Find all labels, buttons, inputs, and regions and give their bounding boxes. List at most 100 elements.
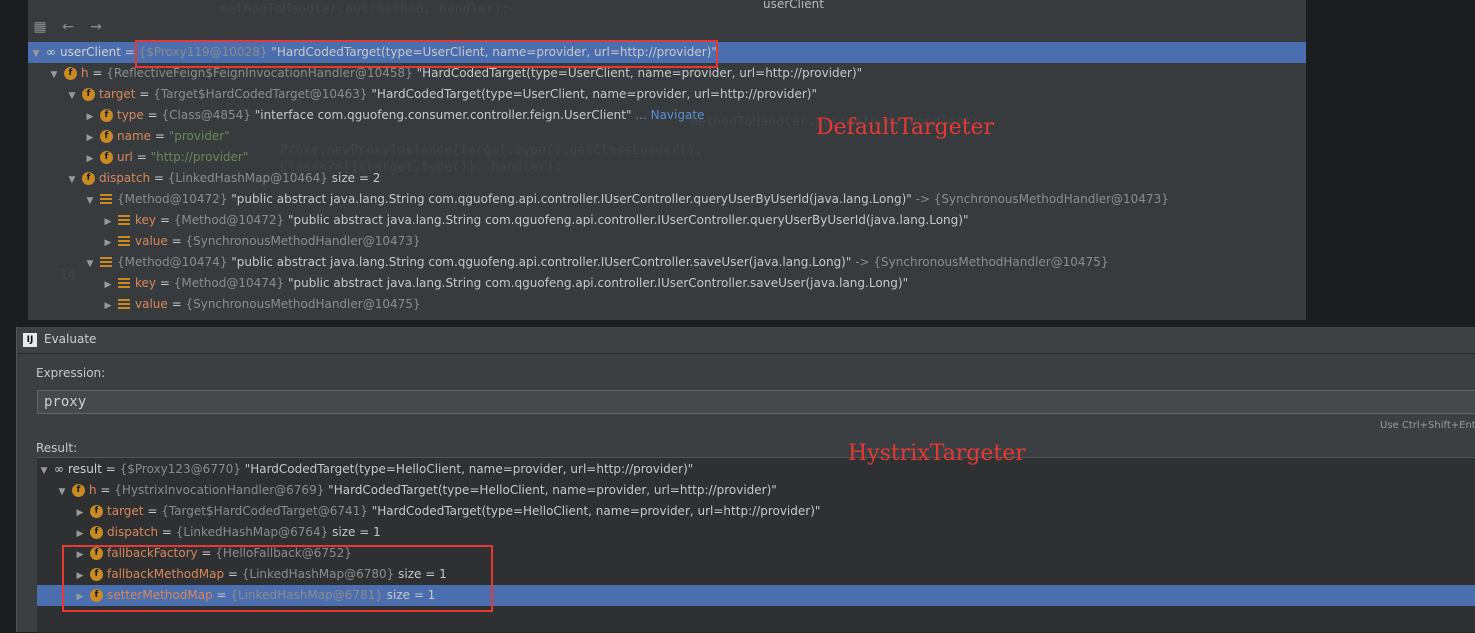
tree-row[interactable]: ▶ f type = {Class@4854} "interface com.qgu…: [28, 105, 1306, 126]
map-entry-icon: [118, 278, 130, 289]
collapsed-arrow-icon[interactable]: ▶: [74, 524, 86, 545]
variable-name: h: [89, 483, 97, 497]
field-icon: f: [100, 151, 113, 164]
variables-toolbar: ▦ ← →: [32, 16, 104, 38]
watch-glasses-icon: ∞: [46, 45, 56, 59]
variable-name: dispatch: [99, 171, 151, 185]
evaluate-shortcut-hint: Use Ctrl+Shift+Ent: [1380, 420, 1475, 431]
variable-name: target: [99, 87, 136, 101]
object-reference: {Method@10474}: [117, 255, 228, 269]
expression-label: Expression:: [36, 366, 106, 380]
expression-input[interactable]: proxy: [37, 390, 1475, 414]
field-icon: f: [82, 172, 95, 185]
collapsed-arrow-icon[interactable]: ▶: [102, 212, 114, 233]
variable-name: target: [107, 504, 144, 518]
map-entry-icon: [118, 215, 130, 226]
variable-name: name: [117, 129, 152, 143]
watch-glasses-icon: ∞: [54, 462, 64, 476]
tree-row[interactable]: ▼ ∞ result = {$Proxy123@6770} "HardCodedTa…: [37, 459, 1475, 480]
variable-value: "HardCodedTarget(type=UserClient, name=p…: [371, 87, 817, 101]
field-icon: f: [100, 130, 113, 143]
variable-value: "HardCodedTarget(type=HelloClient, name=…: [328, 483, 777, 497]
object-reference: {Class@4854}: [161, 108, 251, 122]
tree-row[interactable]: ▶ f dispatch = {LinkedHashMap@6764} size =…: [37, 522, 1475, 543]
object-reference: {Target$HardCodedTarget@10463}: [153, 87, 368, 101]
equals-sign: =: [156, 213, 174, 227]
tree-row[interactable]: ▶ f target = {Target$HardCodedTarget@6741}…: [37, 501, 1475, 522]
field-icon: f: [90, 505, 103, 518]
collapsed-arrow-icon[interactable]: ▶: [84, 107, 96, 128]
expanded-arrow-icon[interactable]: ▼: [56, 482, 68, 503]
variable-name: userClient: [60, 45, 121, 59]
collapsed-arrow-icon[interactable]: ▶: [102, 296, 114, 317]
map-entry-icon: [118, 299, 130, 310]
variable-value: "public abstract java.lang.String com.qg…: [287, 213, 969, 227]
collapsed-arrow-icon[interactable]: ▶: [84, 128, 96, 149]
tree-row[interactable]: ▼ f target = {Target$HardCodedTarget@10463…: [28, 84, 1306, 105]
equals-sign: =: [135, 87, 154, 101]
object-reference: {LinkedHashMap@6764}: [175, 525, 329, 539]
collapsed-arrow-icon[interactable]: ▶: [84, 149, 96, 170]
tree-row[interactable]: ▶ value = {SynchronousMethodHandler@10475…: [28, 294, 1306, 315]
tree-row[interactable]: ▼ f dispatch = {LinkedHashMap@10464} size …: [28, 168, 1306, 189]
string-value: "http://provider": [150, 150, 249, 164]
expanded-arrow-icon[interactable]: ▼: [38, 461, 50, 482]
expanded-arrow-icon[interactable]: ▼: [30, 44, 42, 65]
collapsed-arrow-icon[interactable]: ▶: [102, 233, 114, 254]
forward-arrow-icon[interactable]: →: [88, 19, 104, 35]
equals-sign: =: [88, 66, 107, 80]
tree-row[interactable]: ▶ value = {SynchronousMethodHandler@10473…: [28, 231, 1306, 252]
equals-sign: =: [151, 129, 169, 143]
expanded-arrow-icon[interactable]: ▼: [84, 254, 96, 275]
variable-value: "HardCodedTarget(type=HelloClient, name=…: [371, 504, 821, 518]
map-entry-icon: [118, 236, 130, 247]
equals-sign: =: [167, 297, 186, 311]
expanded-arrow-icon[interactable]: ▼: [84, 191, 96, 212]
variable-value: "HardCodedTarget(type=HelloClient, name=…: [244, 462, 694, 476]
collapsed-arrow-icon[interactable]: ▶: [74, 503, 86, 524]
field-icon: f: [64, 67, 77, 80]
object-reference: {HystrixInvocationHandler@6769}: [114, 483, 325, 497]
collapsed-arrow-icon[interactable]: ▶: [102, 275, 114, 296]
equals-sign: =: [167, 234, 186, 248]
map-entry-icon: [100, 257, 112, 268]
tree-row[interactable]: ▶ key = {Method@10472} "public abstract j…: [28, 210, 1306, 231]
layout-icon[interactable]: ▦: [32, 19, 48, 35]
string-value: "provider": [168, 129, 230, 143]
expanded-arrow-icon[interactable]: ▼: [48, 65, 60, 86]
variable-value: size = 2: [331, 171, 381, 185]
map-entry-target: -> {SynchronousMethodHandler@10473}: [915, 192, 1169, 206]
evaluate-title: Evaluate: [44, 332, 97, 346]
tree-row[interactable]: ▼ {Method@10474} "public abstract java.la…: [28, 252, 1306, 273]
window-title: userClient: [763, 0, 824, 11]
field-icon: f: [82, 88, 95, 101]
equals-sign: =: [96, 483, 115, 497]
field-icon: f: [90, 526, 103, 539]
navigate-link[interactable]: ... Navigate: [635, 108, 704, 122]
equals-sign: =: [150, 171, 168, 185]
field-icon: f: [100, 109, 113, 122]
tree-row[interactable]: ▶ f name = "provider": [28, 126, 1306, 147]
variable-name: type: [117, 108, 144, 122]
object-reference: {Method@10472}: [117, 192, 228, 206]
object-reference: {Method@10472}: [173, 213, 285, 227]
object-reference: {Method@10474}: [173, 276, 285, 290]
expanded-arrow-icon[interactable]: ▼: [66, 86, 78, 107]
default-targeter-annotation: DefaultTargeter: [816, 115, 995, 140]
variable-value: "public abstract java.lang.String com.qg…: [287, 276, 909, 290]
variable-name: value: [135, 234, 168, 248]
evaluate-titlebar[interactable]: IJ Evaluate: [17, 327, 1475, 354]
object-reference: {SynchronousMethodHandler@10473}: [185, 234, 421, 248]
tree-row[interactable]: ▼ {Method@10472} "public abstract java.la…: [28, 189, 1306, 210]
hystrix-targeter-annotation: HystrixTargeter: [848, 441, 1026, 466]
tree-row[interactable]: ▶ f url = "http://provider": [28, 147, 1306, 168]
userclient-highlight-box: [135, 40, 718, 68]
tree-row[interactable]: ▼ f h = {HystrixInvocationHandler@6769} "H…: [37, 480, 1475, 501]
equals-sign: =: [143, 108, 162, 122]
variable-value: "HardCodedTarget(type=UserClient, name=p…: [416, 66, 863, 80]
expanded-arrow-icon[interactable]: ▼: [66, 170, 78, 191]
equals-sign: =: [143, 504, 162, 518]
equals-sign: =: [101, 462, 120, 476]
back-arrow-icon[interactable]: ←: [60, 19, 76, 35]
tree-row[interactable]: ▶ key = {Method@10474} "public abstract j…: [28, 273, 1306, 294]
